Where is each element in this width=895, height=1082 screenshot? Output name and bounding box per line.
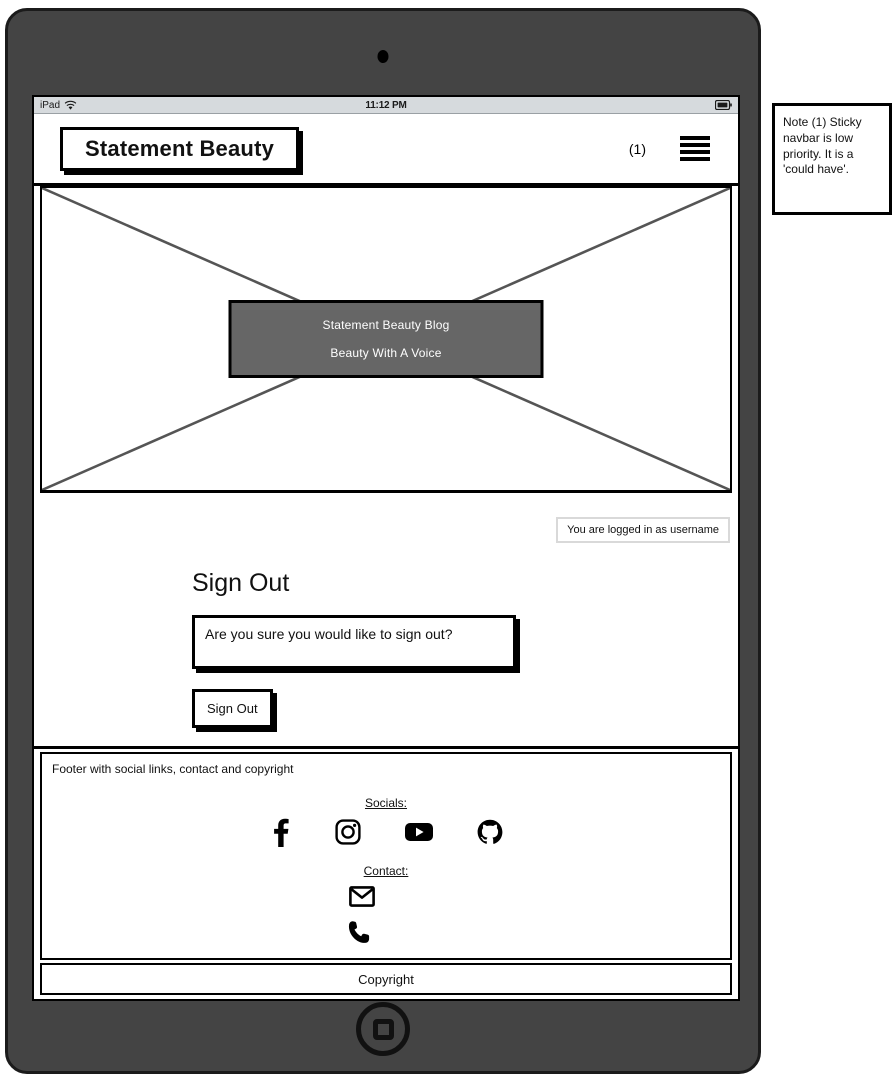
brand-logo[interactable]: Statement Beauty [60,126,300,171]
home-button-inner-square [372,1018,394,1040]
annotation-note-text: Note (1) Sticky navbar is low priority. … [783,115,862,177]
social-links-row [52,817,720,852]
tablet-device-frame: iPad 11:12 PM Statement Beauty (1) State… [5,8,761,1074]
copyright-text: Copyright [358,971,414,987]
navbar-right-group: (1) [629,136,720,161]
hero-image-placeholder: Statement Beauty Blog Beauty With A Voic… [40,186,732,493]
signout-confirm-message: Are you sure you would like to sign out? [205,626,453,642]
hamburger-line [680,143,710,147]
home-button-icon[interactable] [356,1002,410,1056]
hamburger-line [680,150,710,154]
youtube-icon[interactable] [405,822,433,847]
hamburger-line [680,136,710,140]
footer-description: Footer with social links, contact and co… [52,762,294,776]
socials-label: Socials: [364,796,408,810]
main-content-area: You are logged in as username Sign Out A… [34,493,738,749]
status-bar-time: 11:12 PM [365,99,407,111]
front-camera-icon [377,50,389,63]
note-reference-marker: (1) [628,140,646,157]
email-icon[interactable] [349,886,375,912]
github-icon[interactable] [477,819,503,850]
copyright-bar: Copyright [40,963,732,995]
facebook-icon[interactable] [269,817,291,852]
hero-text-overlay: Statement Beauty Blog Beauty With A Voic… [228,300,544,378]
contact-label: Contact: [363,864,409,878]
hamburger-line [680,157,710,161]
phone-icon[interactable] [348,920,370,949]
site-footer: Footer with social links, contact and co… [40,752,732,960]
signout-confirm-box: Are you sure you would like to sign out? [192,615,516,669]
hero-title: Statement Beauty Blog [322,318,450,332]
brand-logo-label: Statement Beauty [85,135,275,161]
tablet-screen: iPad 11:12 PM Statement Beauty (1) State… [32,95,740,1001]
login-status-badge: You are logged in as username [556,517,730,543]
site-navbar: Statement Beauty (1) [34,114,738,186]
instagram-icon[interactable] [335,818,361,850]
annotation-sticky-note: Note (1) Sticky navbar is low priority. … [772,103,892,215]
hamburger-menu-icon[interactable] [680,136,710,161]
ios-status-bar: iPad 11:12 PM [34,97,738,114]
signout-button[interactable]: Sign Out [192,689,273,728]
contact-links-column [52,886,720,949]
hero-subtitle: Beauty With A Voice [330,346,442,360]
page-title: Sign Out [192,569,290,597]
